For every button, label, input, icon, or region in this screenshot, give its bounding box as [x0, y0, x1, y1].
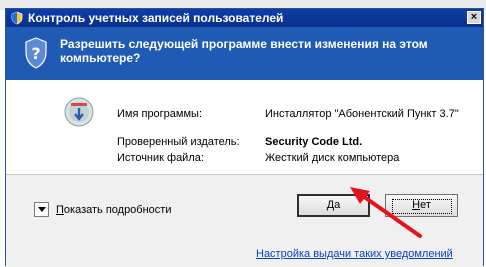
- show-details-hotkey: П: [56, 204, 64, 216]
- installer-disc-icon: [64, 97, 94, 127]
- question-shield-icon: ?: [25, 37, 47, 69]
- svg-text:?: ?: [31, 44, 40, 63]
- close-button[interactable]: ×: [467, 11, 481, 24]
- notification-settings-link[interactable]: Настройка выдачи таких уведомлений: [256, 248, 453, 260]
- show-details-label[interactable]: Показать подробности: [56, 204, 171, 216]
- source-value: Жесткий диск компьютера: [265, 152, 400, 164]
- source-label: Источник файла:: [117, 152, 204, 164]
- red-pointer-arrow: [350, 187, 422, 238]
- program-details: Имя программы: Инсталлятор "Абонентский …: [6, 80, 483, 174]
- uac-shield-icon: [11, 11, 23, 25]
- prompt-header: ? Разрешить следующей программе внести и…: [6, 27, 483, 80]
- show-details-text: оказать подробности: [63, 204, 172, 216]
- window-title: Контроль учетных записей пользователей: [28, 11, 284, 25]
- title-bar: Контроль учетных записей пользователей ×: [6, 9, 483, 27]
- publisher-label: Проверенный издатель:: [117, 136, 240, 148]
- publisher-value: Security Code Ltd.: [265, 136, 363, 148]
- program-name-value: Инсталлятор "Абонентский Пункт 3.7": [265, 108, 459, 120]
- prompt-question: Разрешить следующей программе внести изм…: [60, 37, 428, 65]
- program-name-label: Имя программы:: [117, 108, 203, 120]
- show-details-toggle[interactable]: [34, 202, 49, 217]
